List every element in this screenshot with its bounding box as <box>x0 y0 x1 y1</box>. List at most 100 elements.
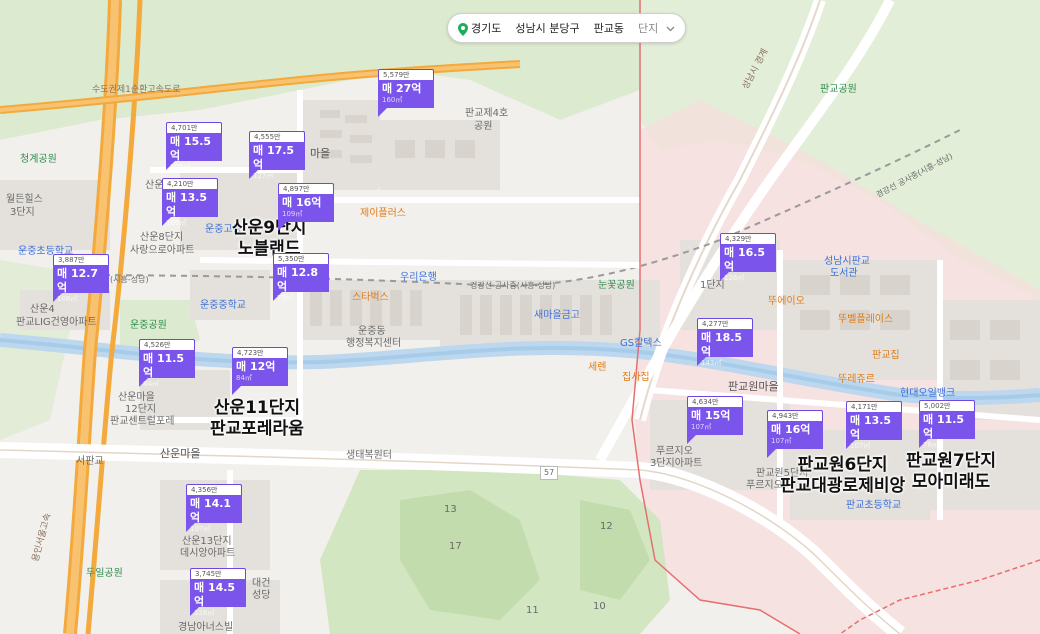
park-label-pangyo: 판교공원 <box>820 84 857 95</box>
label-desiang: 데시앙아파트 <box>180 548 236 559</box>
listing-area: 127㎡ <box>253 172 274 180</box>
listing-unit-price: 4,701만 <box>166 122 222 133</box>
cluster-sub: 판교포레라움 <box>210 419 304 439</box>
listing-pin[interactable]: 4,171만 매 13.5억 107㎡ <box>846 401 902 450</box>
listing-pin[interactable]: 5,579만 매 27억 160㎡ <box>378 69 434 117</box>
listing-unit-price: 4,897만 <box>278 183 334 194</box>
breadcrumb-city[interactable]: 성남시 분당구 <box>515 20 579 36</box>
listing-price: 매 27억 <box>382 82 422 95</box>
listing-pin[interactable]: 4,943만 매 16억 107㎡ <box>767 410 823 458</box>
listing-area: 126㎡ <box>724 274 745 282</box>
listing-price: 매 15.5억 <box>170 135 212 162</box>
listing-price: 매 16억 <box>282 196 322 209</box>
park-label-nunkkot: 눈꽃공원 <box>598 280 635 291</box>
listing-pin[interactable]: 4,555만 매 17.5억 127㎡ <box>249 131 305 180</box>
cluster-name: 판교원6단지 <box>797 455 888 475</box>
poi-label-ttueiyo: 뚜에이오 <box>768 296 805 307</box>
location-pin-icon <box>458 22 468 36</box>
label-sanun-top: 산운 <box>145 180 164 191</box>
listing-area: 76㎡ <box>923 441 939 449</box>
listing-area: 160㎡ <box>382 96 403 104</box>
listing-pin[interactable]: 4,329만 매 16.5억 126㎡ <box>720 233 776 282</box>
listing-pin[interactable]: 4,210만 매 13.5억 106㎡ <box>162 178 218 227</box>
listing-pin[interactable]: 4,634만 매 15억 107㎡ <box>687 396 743 444</box>
province-label: 경기도 <box>471 22 502 35</box>
label-unjungdong: 운중동 <box>358 326 386 337</box>
poi-label-ttubepleis: 뚜벨플레이스 <box>838 314 894 325</box>
listing-price: 매 13.5억 <box>850 414 892 441</box>
listing-pin[interactable]: 5,002만 매 11.5억 76㎡ <box>919 400 975 449</box>
listing-pin[interactable]: 5,350만 매 12.8억 79㎡ <box>273 253 329 302</box>
golf-hole-10: 10 <box>593 601 606 612</box>
listing-area: 108㎡ <box>57 295 78 303</box>
railway-label-2: (시흥-성남) <box>110 275 149 284</box>
label-sanun8: 산운8단지 <box>140 232 184 243</box>
listing-unit-price: 4,210만 <box>162 178 218 189</box>
cluster-sub: 판교대광로제비앙 <box>780 476 906 496</box>
listing-area: 106㎡ <box>166 219 187 227</box>
label-gyeongnam: 경남아너스빌 <box>178 622 234 633</box>
label-ecological-center: 생태복원터 <box>346 450 392 461</box>
road-number-57: 57 <box>540 466 559 480</box>
breadcrumb-dong[interactable]: 판교동 <box>594 20 624 36</box>
poi-label-gs-caltex: GS칼텍스 <box>620 338 662 349</box>
cluster-sub: 모아미래도 <box>911 472 991 492</box>
label-church2: 성당 <box>252 590 271 601</box>
listing-area: 128㎡ <box>194 609 215 617</box>
breadcrumb-level-select[interactable]: 단지 <box>638 20 675 36</box>
listing-area: 107㎡ <box>691 423 712 431</box>
listing-area: 107㎡ <box>771 437 792 445</box>
label-pangyo-lig: 판교LIG건영아파트 <box>16 317 97 328</box>
listing-unit-price: 5,579만 <box>378 69 434 80</box>
listing-pin[interactable]: 3,887만 매 12.7억 108㎡ <box>53 254 109 303</box>
label-worldhills: 월든힐스 <box>6 194 43 205</box>
listing-area: 79㎡ <box>277 294 293 302</box>
breadcrumb-province[interactable]: 경기도 <box>458 20 501 36</box>
poi-label-jipsa: 집사집 <box>622 372 650 383</box>
cluster-name: 산운11단지 <box>213 398 301 418</box>
listing-pin[interactable]: 4,701만 매 15.5억 109㎡ <box>166 122 222 171</box>
listing-price: 매 12.7억 <box>57 267 99 294</box>
cluster-label-sanun11[interactable]: 산운11단지 판교포레라움 <box>210 398 304 440</box>
poi-label-seongnam-library: 성남시판교 <box>824 256 870 267</box>
golf-hole-17: 17 <box>449 541 462 552</box>
label-pangyowon: 판교원마을 <box>728 380 779 393</box>
listing-unit-price: 4,171만 <box>846 401 902 412</box>
listing-pin[interactable]: 4,356만 매 14.1억 107㎡ <box>186 484 242 533</box>
listing-pin[interactable]: 4,897만 매 16억 109㎡ <box>278 183 334 231</box>
poi-label-jeil-plus: 제이플러스 <box>360 208 406 219</box>
pin-tail <box>767 449 776 458</box>
poi-label-starbucks: 스타벅스 <box>352 292 389 303</box>
listing-area: 109㎡ <box>170 163 191 171</box>
listing-pin[interactable]: 3,745만 매 14.5억 128㎡ <box>190 568 246 617</box>
listing-price: 매 15억 <box>691 409 731 422</box>
cluster-label-pangyowon7[interactable]: 판교원7단지 모아미래도 <box>906 451 996 493</box>
label-pureunji3b: 3단지아파트 <box>650 458 703 469</box>
region-breadcrumb[interactable]: 경기도 성남시 분당구 판교동 단지 <box>447 13 686 43</box>
golf-hole-13: 13 <box>444 504 457 515</box>
listing-pin[interactable]: 4,277만 매 18.5억 143㎡ <box>697 318 753 367</box>
label-pureunji5b: 푸르지오 <box>746 480 783 491</box>
listing-unit-price: 3,887만 <box>53 254 109 265</box>
label-worldhills-3: 3단지 <box>10 207 35 218</box>
park-label-unjung: 운중공원 <box>130 320 167 331</box>
listing-unit-price: 4,723만 <box>232 347 288 358</box>
label-welfare-center: 행정복지센터 <box>346 338 402 349</box>
label-sanun4: 산운4 <box>30 304 55 315</box>
listing-area: 107㎡ <box>190 525 211 533</box>
listing-price: 매 14.5억 <box>194 581 236 608</box>
listing-unit-price: 5,350만 <box>273 253 329 264</box>
map-canvas[interactable]: 경기도 성남시 분당구 판교동 단지 수도권제1순환고속도로 청계공원 월든힐스… <box>0 0 1040 634</box>
cluster-label-pangyowon6[interactable]: 판교원6단지 판교대광로제비앙 <box>780 455 905 497</box>
listing-area: 84㎡ <box>143 380 159 388</box>
listing-unit-price: 4,329만 <box>720 233 776 244</box>
label-sanun12: 산운마을 <box>118 392 155 403</box>
listing-price: 매 16억 <box>771 423 811 436</box>
listing-pin[interactable]: 4,526만 매 11.5억 84㎡ <box>139 339 195 388</box>
poi-label-library2: 도서관 <box>830 268 858 279</box>
listing-unit-price: 3,745만 <box>190 568 246 579</box>
label-seopangyo: 서판교 <box>76 456 104 467</box>
listing-pin[interactable]: 4,723만 매 12억 84㎡ <box>232 347 288 395</box>
listing-price: 매 16.5억 <box>724 246 766 273</box>
road-label-expressway: 수도권제1순환고속도로 <box>92 85 181 95</box>
